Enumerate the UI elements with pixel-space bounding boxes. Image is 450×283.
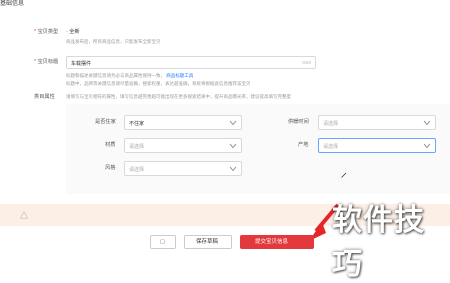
title-hint-text: 标题和描述关键信息请务必与商品属性保持一致， <box>66 73 165 78</box>
title-input[interactable]: 车载摆件 8/60 <box>66 56 316 69</box>
attr-select-value: 请选择 <box>129 167 145 173</box>
attr-select-material[interactable]: 请选择 <box>124 138 242 153</box>
title-label-row: * 宝贝标题 <box>34 59 59 65</box>
chevron-down-icon <box>229 166 237 172</box>
cursor-icon <box>341 172 347 178</box>
attr-select-value: 请选择 <box>323 121 339 127</box>
type-label: 宝贝类型 <box>37 29 59 35</box>
submit-label: 提交宝贝信息 <box>255 239 289 245</box>
type-value: 全新 <box>69 29 80 35</box>
attrs-hint: 请填写与宝贝相符的属性，填写信息越完善越可能出现在更多搜索结果中，提升商品曝光率… <box>66 94 291 99</box>
chevron-down-icon <box>423 120 431 126</box>
title-counter: 8/60 <box>302 60 311 65</box>
title-label: 宝贝标题 <box>37 59 59 65</box>
chevron-down-icon <box>229 143 237 149</box>
radio-icon: ◦ <box>66 29 68 35</box>
attr-select-residence[interactable]: 不住家 <box>124 115 242 130</box>
required-mark: * <box>34 59 37 65</box>
title-hint-2: 标题中，品牌等关键信息请尽量准确，搜索权重，表达越准确，系统将根据此信息推荐该宝… <box>66 81 251 86</box>
attr-select-value: 请选择 <box>129 144 145 150</box>
attr-select-value: 不住家 <box>129 121 145 127</box>
save-draft-label: 保存草稿 <box>196 239 219 245</box>
attr-select-value: 请选择 <box>323 144 339 150</box>
type-radio[interactable]: ◦ 全新 <box>66 29 80 35</box>
required-mark: * <box>34 29 37 35</box>
type-hint: 商品发布后，所有商品信息，只能发布全新宝贝 <box>66 39 161 44</box>
title-input-value: 车载摆件 <box>71 61 92 67</box>
attr-select-heating[interactable]: 请选择 <box>318 115 436 130</box>
attr-label-material: 材质 <box>105 142 116 148</box>
attr-label-style: 风格 <box>105 165 116 171</box>
preview-icon: ▢ <box>160 239 166 245</box>
title-tool-link[interactable]: 商品标题工具 <box>166 73 193 78</box>
chevron-down-icon <box>423 143 431 149</box>
attr-select-style[interactable]: 请选择 <box>124 161 242 176</box>
type-label-row: * 宝贝类型 <box>34 29 59 35</box>
attr-label-origin: 产地 <box>298 142 309 148</box>
watermark-text: 软件技巧 <box>332 203 425 282</box>
section-title: 基础信息 <box>0 1 25 7</box>
attrs-label: 类目属性 <box>34 94 55 100</box>
attr-select-origin[interactable]: 请选择 <box>318 138 436 153</box>
title-hint: 标题和描述关键信息请务必与商品属性保持一致， 商品标题工具 <box>66 73 193 79</box>
warning-icon <box>20 211 28 219</box>
attr-label-residence: 是否住家 <box>95 119 116 125</box>
chevron-down-icon <box>229 120 237 126</box>
attr-label-heating: 供暖时间 <box>288 119 309 125</box>
